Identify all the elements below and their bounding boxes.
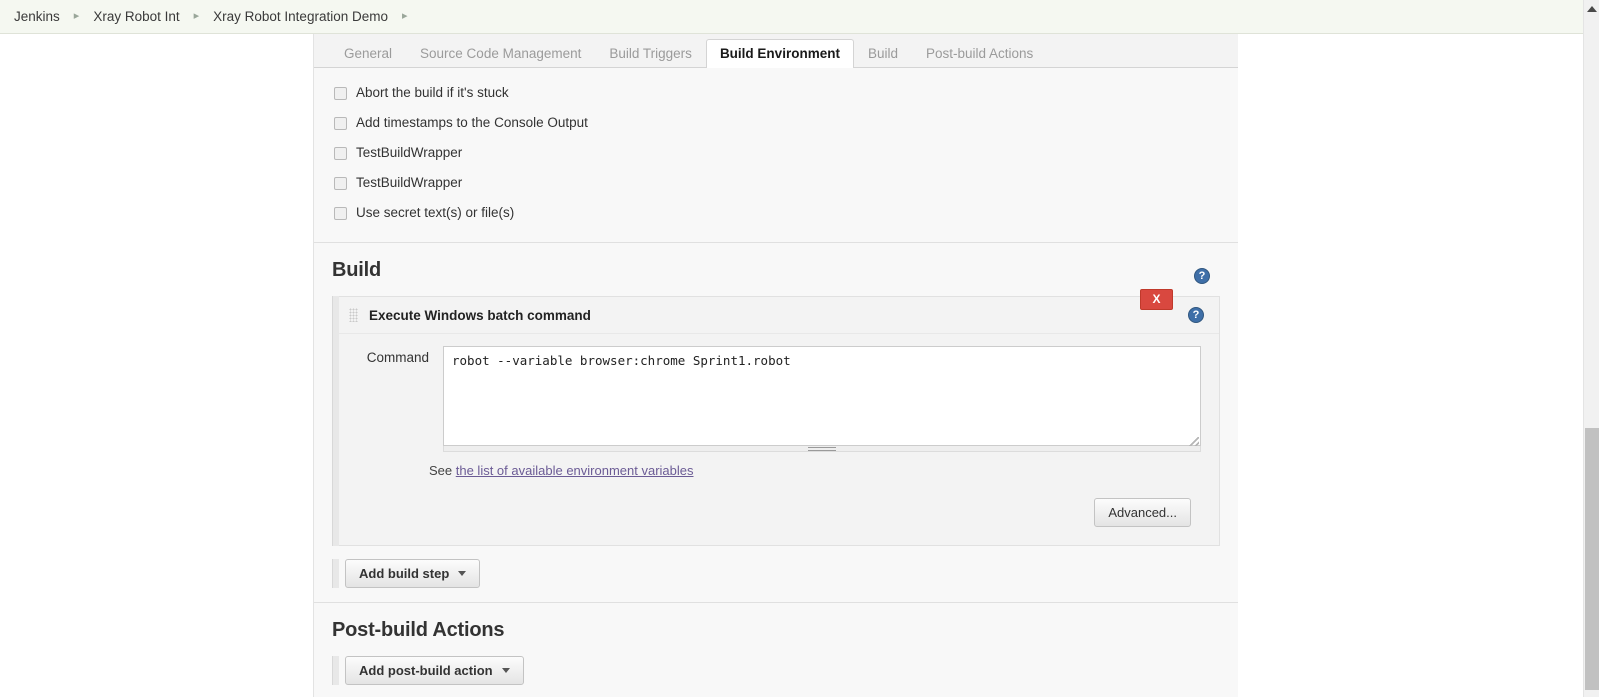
build-step-title: Execute Windows batch command [369,307,591,323]
config-tab-bar: General Source Code Management Build Tri… [314,34,1238,68]
command-help-note: See the list of available environment va… [339,452,1219,478]
command-field-control [443,346,1201,452]
environment-variables-link[interactable]: the list of available environment variab… [456,463,694,478]
command-input[interactable] [443,346,1201,446]
build-section-title: Build [332,259,381,281]
command-field-row: Command [339,334,1219,452]
checkbox-label: Add timestamps to the Console Output [356,115,588,131]
checkbox-label: TestBuildWrapper [356,175,463,191]
advanced-button-wrap: Advanced... [339,478,1219,527]
build-step-panel: X ? Execute Windows batch command Comman… [339,289,1220,546]
command-field-label: Command [366,350,429,365]
chevron-down-icon [458,571,467,576]
checkbox-label: Abort the build if it's stuck [356,85,509,101]
breadcrumb-separator-icon: ▸ [401,10,408,22]
build-step-gutter [332,296,339,546]
build-step-execute-windows-batch-command: X ? Execute Windows batch command Comman… [332,289,1220,546]
add-post-build-action-label: Add post-build action [359,663,493,678]
checkbox-abort-build-if-stuck[interactable] [334,86,347,100]
page-right-filler [1238,34,1583,697]
delete-build-step-button[interactable]: X [1140,289,1173,310]
checkbox-label: Use secret text(s) or file(s) [356,205,515,221]
build-environment-wrapper-list: Abort the build if it's stuck Add timest… [314,68,1238,284]
breadcrumb-item-jenkins[interactable]: Jenkins [14,9,60,24]
tab-general[interactable]: General [330,39,406,69]
drag-handle-icon[interactable] [349,308,358,322]
checkbox-row-testbuildwrapper-1[interactable]: TestBuildWrapper [314,138,1238,168]
checkbox-add-timestamps[interactable] [334,116,347,130]
checkbox-testbuildwrapper-1[interactable] [334,146,347,160]
checkbox-row-testbuildwrapper-2[interactable]: TestBuildWrapper [314,168,1238,198]
checkbox-row-use-secret-texts-or-files[interactable]: Use secret text(s) or file(s) [314,198,1238,228]
config-form-body: Abort the build if it's stuck Add timest… [314,68,1238,697]
breadcrumb-item-xray-robot-int[interactable]: Xray Robot Int [93,9,179,24]
breadcrumb-separator-icon: ▸ [73,10,80,22]
tab-build[interactable]: Build [854,39,912,69]
scroll-up-arrow-icon[interactable] [1587,6,1597,12]
add-post-build-action-wrap: Add post-build action [332,656,1238,685]
build-step-header: Execute Windows batch command [339,297,1219,334]
post-build-actions-title: Post-build Actions [332,619,505,641]
breadcrumb: Jenkins ▸ Xray Robot Int ▸ Xray Robot In… [0,0,1583,34]
tab-build-triggers[interactable]: Build Triggers [595,39,706,69]
checkbox-row-abort-build-if-stuck[interactable]: Abort the build if it's stuck [314,78,1238,108]
add-build-step-button[interactable]: Add build step [345,559,481,588]
advanced-button[interactable]: Advanced... [1094,498,1191,527]
chevron-down-icon [501,668,510,673]
add-build-step-wrap: Add build step [332,559,1238,588]
page-scrollbar[interactable] [1583,0,1599,697]
textarea-resize-bar[interactable] [443,446,1201,452]
tab-post-build-actions[interactable]: Post-build Actions [912,39,1047,69]
tab-source-code-management[interactable]: Source Code Management [406,39,595,69]
checkbox-use-secret-texts-or-files[interactable] [334,206,347,220]
add-post-build-action-button[interactable]: Add post-build action [345,656,524,685]
checkbox-testbuildwrapper-2[interactable] [334,176,347,190]
add-build-step-gutter [332,559,339,588]
command-help-note-prefix: See [429,463,456,478]
breadcrumb-separator-icon: ▸ [193,10,200,22]
tab-build-environment[interactable]: Build Environment [705,38,854,68]
jenkins-job-config-page: Jenkins ▸ Xray Robot Int ▸ Xray Robot In… [0,0,1599,697]
scrollbar-thumb[interactable] [1585,428,1599,690]
breadcrumb-item-xray-robot-integration-demo[interactable]: Xray Robot Integration Demo [213,9,388,24]
build-step-help-wrap: ? [1188,307,1204,323]
checkbox-row-add-timestamps[interactable]: Add timestamps to the Console Output [314,108,1238,138]
checkbox-label: TestBuildWrapper [356,145,463,161]
build-section: Build X ? Execute Windows batch command … [314,242,1238,588]
post-build-actions-section: Post-build Actions Add post-build action [314,602,1238,685]
add-post-build-action-gutter [332,656,339,685]
help-icon[interactable]: ? [1188,307,1204,323]
add-build-step-label: Add build step [359,566,450,581]
